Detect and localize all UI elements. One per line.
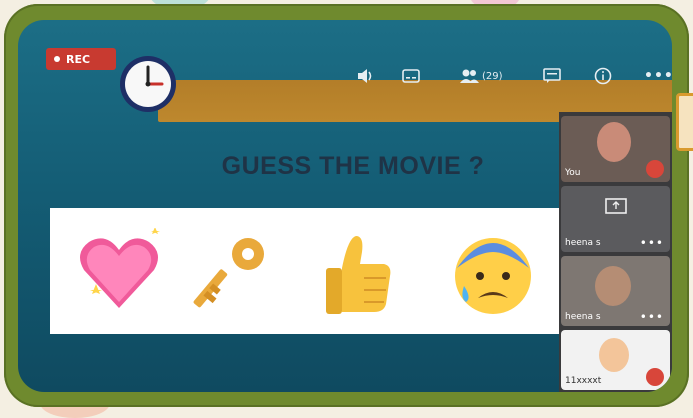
captions-icon[interactable]: [402, 66, 420, 86]
recording-indicator: REC: [46, 48, 116, 70]
participant-tile[interactable]: heena s •••: [561, 186, 670, 252]
participant-sidebar: You heena s ••• heena s ••• 11xxxxt: [559, 112, 672, 392]
more-icon[interactable]: •••: [644, 66, 672, 86]
participant-tile[interactable]: heena s •••: [561, 256, 670, 326]
participant-name: heena s: [565, 238, 601, 248]
participant-tile[interactable]: You: [561, 116, 670, 182]
slide-title: GUESS THE MOVIE ?: [221, 152, 485, 180]
key-emoji: [193, 238, 264, 308]
participant-avatar: [599, 338, 629, 372]
participant-name: You: [565, 168, 581, 178]
volume-icon[interactable]: [356, 66, 374, 86]
side-tab: [676, 93, 693, 151]
anxious-face-emoji: [455, 238, 531, 314]
participant-tile[interactable]: 11xxxxt: [561, 330, 670, 390]
rec-dot-icon: [54, 56, 60, 62]
chat-icon[interactable]: [543, 66, 561, 86]
present-icon: [605, 198, 627, 214]
clock-icon: [120, 56, 176, 112]
info-icon[interactable]: [594, 66, 612, 86]
participant-name: heena s: [565, 312, 601, 322]
rec-label: REC: [66, 52, 91, 66]
meeting-screen: REC (29) ••• GUESS THE MOVIE ? You heena…: [18, 20, 672, 392]
heart-emoji: [80, 228, 160, 308]
more-icon[interactable]: •••: [640, 310, 664, 324]
people-button[interactable]: (29): [459, 66, 503, 86]
mic-off-icon: [646, 160, 664, 178]
participant-video: [595, 266, 631, 306]
people-icon: [460, 69, 479, 83]
more-icon[interactable]: •••: [640, 236, 664, 250]
participant-video: [597, 122, 631, 162]
participants-count: (29): [482, 70, 503, 82]
thumbs-up-emoji: [326, 236, 391, 314]
emoji-panel: [50, 208, 560, 334]
participant-name: 11xxxxt: [565, 376, 602, 386]
mic-off-icon: [646, 368, 664, 386]
